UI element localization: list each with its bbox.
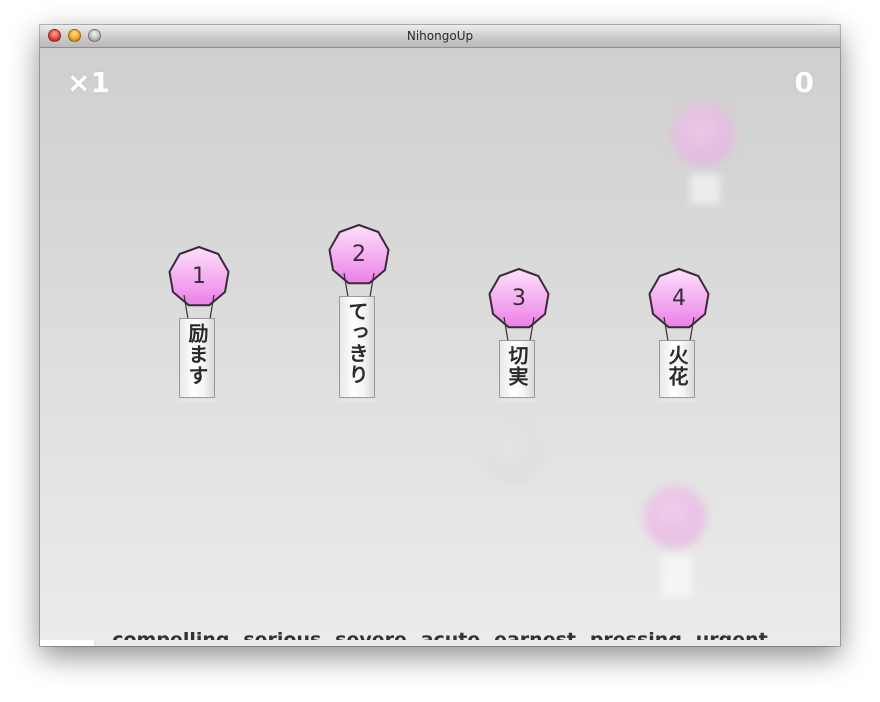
window-title: NihongoUp — [406, 29, 474, 43]
word-tag: 火花 — [659, 340, 695, 402]
faded-balloon — [482, 422, 542, 482]
word-tag: 切実 — [499, 340, 535, 402]
faded-balloon-tag — [690, 174, 720, 204]
faded-balloon — [672, 104, 734, 166]
faded-balloon — [644, 486, 706, 548]
word-tag: てっきり — [339, 296, 375, 402]
title-bar: NihongoUp — [40, 25, 840, 48]
score-multiplier: ×1 — [67, 66, 110, 99]
word-tag: 励ます — [179, 318, 215, 402]
timer-progress-bar — [40, 640, 840, 646]
score-counter: 0 — [794, 66, 814, 99]
app-window: NihongoUp ×1 0 1 励ます 2 てっきり 3 切実 4 火花 co… — [40, 25, 840, 646]
faded-balloon-tag — [662, 554, 692, 598]
game-stage[interactable]: ×1 0 1 励ます 2 てっきり 3 切実 4 火花 compelling, … — [40, 48, 840, 646]
timer-progress-fill — [40, 640, 95, 646]
